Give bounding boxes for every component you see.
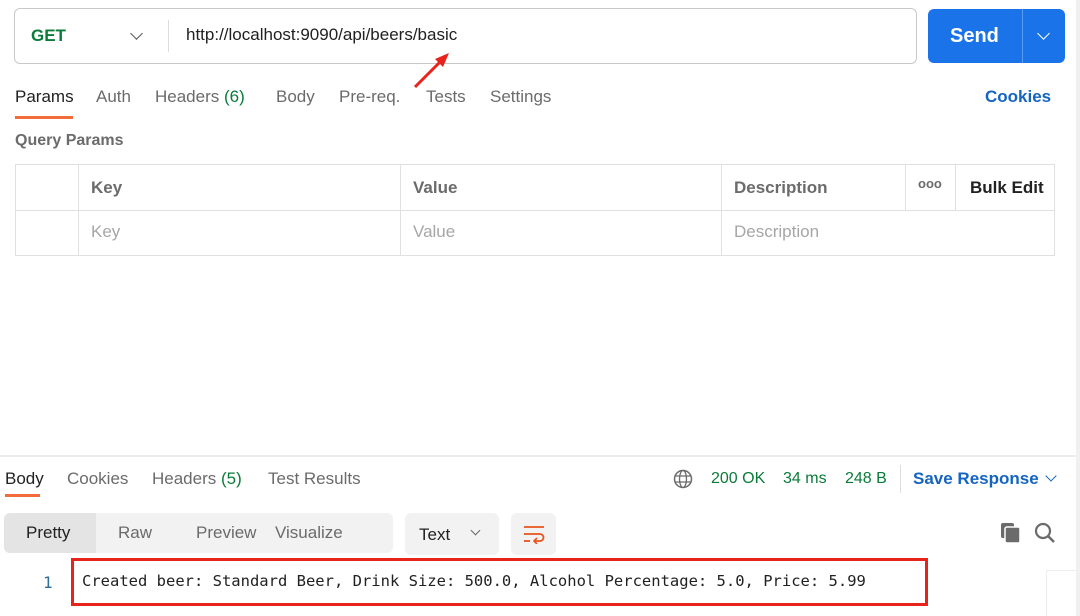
send-button[interactable]: Send xyxy=(928,9,1065,63)
tab-headers[interactable]: Headers (6) xyxy=(155,87,245,107)
headers-count: (5) xyxy=(221,469,242,488)
response-tab-headers[interactable]: Headers (5) xyxy=(152,469,242,489)
scrollbar[interactable] xyxy=(1046,570,1076,616)
response-size[interactable]: 248 B xyxy=(845,470,887,488)
divider xyxy=(1022,9,1023,63)
url-input[interactable]: http://localhost:9090/api/beers/basic xyxy=(186,25,457,45)
line-number: 1 xyxy=(43,573,53,592)
response-tab-cookies[interactable]: Cookies xyxy=(67,469,128,489)
divider xyxy=(721,165,722,255)
divider xyxy=(400,165,401,255)
pane-divider[interactable] xyxy=(0,455,1080,457)
format-value: Text xyxy=(419,525,451,544)
headers-count: (6) xyxy=(224,87,245,106)
wrap-lines-button[interactable] xyxy=(511,513,556,555)
window-edge xyxy=(1076,0,1080,616)
search-icon[interactable] xyxy=(1033,521,1057,545)
chevron-down-icon xyxy=(470,525,481,536)
active-tab-indicator xyxy=(5,494,40,497)
globe-icon[interactable] xyxy=(673,469,693,489)
divider xyxy=(16,210,1054,211)
request-url-bar xyxy=(14,8,917,64)
tab-pre-req[interactable]: Pre-req. xyxy=(339,87,400,107)
tab-label: Headers xyxy=(155,87,220,106)
active-tab-indicator xyxy=(15,116,73,119)
divider xyxy=(78,165,79,255)
key-input[interactable]: Key xyxy=(91,222,120,242)
divider xyxy=(168,20,169,52)
format-select[interactable]: Text xyxy=(405,513,499,555)
bulk-edit-button[interactable]: Bulk Edit xyxy=(970,178,1044,198)
description-input[interactable]: Description xyxy=(734,222,819,242)
cookies-link[interactable]: Cookies xyxy=(985,87,1051,107)
chevron-down-icon[interactable] xyxy=(1037,27,1050,40)
response-time[interactable]: 34 ms xyxy=(783,470,827,488)
status-code[interactable]: 200 OK xyxy=(711,470,765,488)
response-tab-test-results[interactable]: Test Results xyxy=(268,469,361,489)
view-visualize[interactable]: Visualize xyxy=(275,523,343,543)
send-label: Send xyxy=(950,25,999,47)
wrap-lines-icon xyxy=(524,526,545,544)
value-input[interactable]: Value xyxy=(413,222,455,242)
divider xyxy=(900,465,901,493)
tab-settings[interactable]: Settings xyxy=(490,87,551,107)
view-pretty[interactable]: Pretty xyxy=(26,523,70,543)
tab-body[interactable]: Body xyxy=(276,87,315,107)
copy-icon[interactable] xyxy=(1000,522,1022,544)
column-header-value: Value xyxy=(413,178,458,197)
tab-label: Headers xyxy=(152,469,217,488)
query-params-table: Key Value Description ooo Bulk Edit Key … xyxy=(15,164,1055,256)
annotation-highlight-box xyxy=(71,558,928,606)
tab-tests[interactable]: Tests xyxy=(426,87,466,107)
response-tab-body[interactable]: Body xyxy=(5,469,44,489)
view-preview[interactable]: Preview xyxy=(196,523,256,543)
method-select[interactable]: GET xyxy=(31,26,66,46)
column-header-key: Key xyxy=(91,178,123,197)
tab-auth[interactable]: Auth xyxy=(96,87,131,107)
divider xyxy=(905,165,906,210)
view-raw[interactable]: Raw xyxy=(118,523,152,543)
tab-params[interactable]: Params xyxy=(15,87,74,107)
more-options-icon[interactable]: ooo xyxy=(918,176,942,191)
column-header-description: Description xyxy=(734,178,828,197)
divider xyxy=(955,165,956,210)
chevron-down-icon[interactable] xyxy=(1045,470,1057,482)
query-params-title: Query Params xyxy=(15,132,124,149)
save-response-button[interactable]: Save Response xyxy=(913,469,1039,489)
